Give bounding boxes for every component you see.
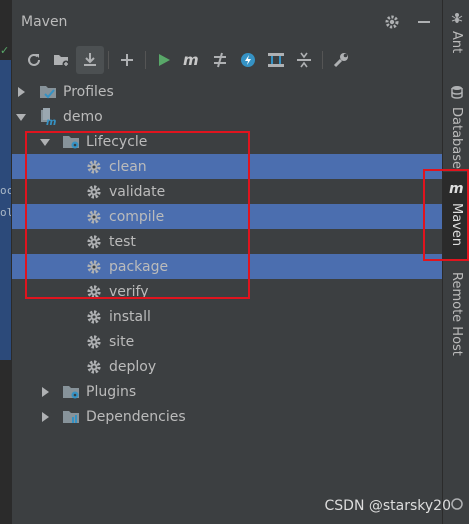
add-folder-icon[interactable] bbox=[48, 46, 76, 74]
watermark: CSDN @starsky20 bbox=[324, 498, 452, 514]
toggle-offline-icon[interactable] bbox=[206, 46, 234, 74]
expand-arrow-icon[interactable] bbox=[15, 86, 27, 98]
stripe-maven[interactable]: m Maven bbox=[443, 172, 469, 260]
gear-icon[interactable] bbox=[382, 12, 402, 32]
tree-label: Plugins bbox=[86, 383, 137, 400]
profiles-folder-icon bbox=[39, 83, 57, 101]
gear-icon bbox=[85, 333, 103, 351]
tree-label: Dependencies bbox=[86, 408, 186, 425]
stripe-label: Ant bbox=[449, 31, 464, 54]
tool-window-title: Maven bbox=[21, 14, 68, 30]
tool-icon bbox=[450, 496, 463, 515]
check-mark-icon: ✓ bbox=[0, 44, 10, 57]
goal-label: package bbox=[109, 258, 169, 275]
goal-compile[interactable]: compile bbox=[12, 204, 442, 229]
stripe-label: Maven bbox=[449, 203, 464, 247]
goal-test[interactable]: test bbox=[12, 229, 442, 254]
goal-label: install bbox=[109, 308, 151, 325]
dependencies-folder-icon bbox=[62, 408, 80, 426]
gear-icon bbox=[85, 183, 103, 201]
svg-text:m: m bbox=[183, 52, 199, 68]
gear-icon bbox=[85, 233, 103, 251]
gear-icon bbox=[85, 258, 103, 276]
download-icon[interactable] bbox=[76, 46, 104, 74]
plugins-folder-icon bbox=[62, 383, 80, 401]
svg-text:m: m bbox=[449, 181, 464, 195]
tree-node-plugins[interactable]: Plugins bbox=[12, 379, 442, 404]
gear-icon bbox=[85, 208, 103, 226]
code-fragment: oc bbox=[0, 184, 11, 197]
svg-text:m: m bbox=[46, 117, 56, 126]
toolbar-separator bbox=[145, 51, 146, 69]
run-icon[interactable] bbox=[150, 46, 178, 74]
goal-label: site bbox=[109, 333, 135, 350]
maven-project-tree: Profiles m demo Lifecycle clean validate… bbox=[12, 79, 442, 429]
expand-arrow-icon[interactable] bbox=[39, 411, 51, 423]
gear-icon bbox=[85, 358, 103, 376]
collapse-arrow-icon[interactable] bbox=[15, 111, 27, 123]
maven-tool-window: Maven m Profiles m demo Lifecycle clean … bbox=[11, 0, 442, 524]
maven-project-icon: m bbox=[39, 107, 57, 126]
skip-tests-icon[interactable] bbox=[234, 46, 262, 74]
gear-icon bbox=[85, 158, 103, 176]
goal-verify[interactable]: verify bbox=[12, 279, 442, 304]
add-icon[interactable] bbox=[113, 46, 141, 74]
goal-clean[interactable]: clean bbox=[12, 154, 442, 179]
ant-icon bbox=[450, 10, 464, 29]
tree-label: Profiles bbox=[63, 83, 114, 100]
goal-site[interactable]: site bbox=[12, 329, 442, 354]
goal-label: deploy bbox=[109, 358, 157, 375]
stripe-label: Database bbox=[449, 107, 464, 170]
toolbar-separator bbox=[322, 51, 323, 69]
tree-node-project[interactable]: m demo bbox=[12, 104, 442, 129]
right-tool-stripe: Ant Database m Maven Remote Host bbox=[442, 0, 469, 524]
expand-arrow-icon[interactable] bbox=[39, 386, 51, 398]
tree-label: demo bbox=[63, 108, 103, 125]
reload-icon[interactable] bbox=[20, 46, 48, 74]
show-dependencies-icon[interactable] bbox=[262, 46, 290, 74]
goal-validate[interactable]: validate bbox=[12, 179, 442, 204]
stripe-ant[interactable]: Ant bbox=[443, 10, 469, 53]
editor-edge: ✓ oc ol bbox=[0, 0, 11, 524]
settings-wrench-icon[interactable] bbox=[327, 46, 355, 74]
gear-icon bbox=[85, 308, 103, 326]
collapse-all-icon[interactable] bbox=[290, 46, 318, 74]
collapse-arrow-icon[interactable] bbox=[39, 136, 51, 148]
maven-icon: m bbox=[449, 180, 465, 199]
goal-label: compile bbox=[109, 208, 165, 225]
goal-deploy[interactable]: deploy bbox=[12, 354, 442, 379]
goal-package[interactable]: package bbox=[12, 254, 442, 279]
code-fragment: ol bbox=[0, 206, 11, 219]
goal-label: verify bbox=[109, 283, 149, 300]
gear-icon bbox=[85, 283, 103, 301]
maven-toolbar: m bbox=[12, 44, 442, 76]
lifecycle-folder-icon bbox=[62, 133, 80, 151]
tree-node-lifecycle[interactable]: Lifecycle bbox=[12, 129, 442, 154]
stripe-label: Remote Host bbox=[449, 272, 464, 356]
tree-node-profiles[interactable]: Profiles bbox=[12, 79, 442, 104]
goal-label: validate bbox=[109, 183, 166, 200]
database-icon bbox=[450, 84, 463, 103]
stripe-database[interactable]: Database bbox=[443, 84, 469, 169]
toolbar-separator bbox=[108, 51, 109, 69]
goal-label: clean bbox=[109, 158, 147, 175]
title-bar: Maven bbox=[12, 0, 442, 44]
maven-goal-icon[interactable]: m bbox=[178, 46, 206, 74]
tree-label: Lifecycle bbox=[86, 133, 148, 150]
minimize-icon[interactable] bbox=[414, 12, 434, 32]
goal-install[interactable]: install bbox=[12, 304, 442, 329]
goal-label: test bbox=[109, 233, 136, 250]
tree-node-dependencies[interactable]: Dependencies bbox=[12, 404, 442, 429]
stripe-remote-host[interactable]: Remote Host bbox=[443, 272, 469, 356]
